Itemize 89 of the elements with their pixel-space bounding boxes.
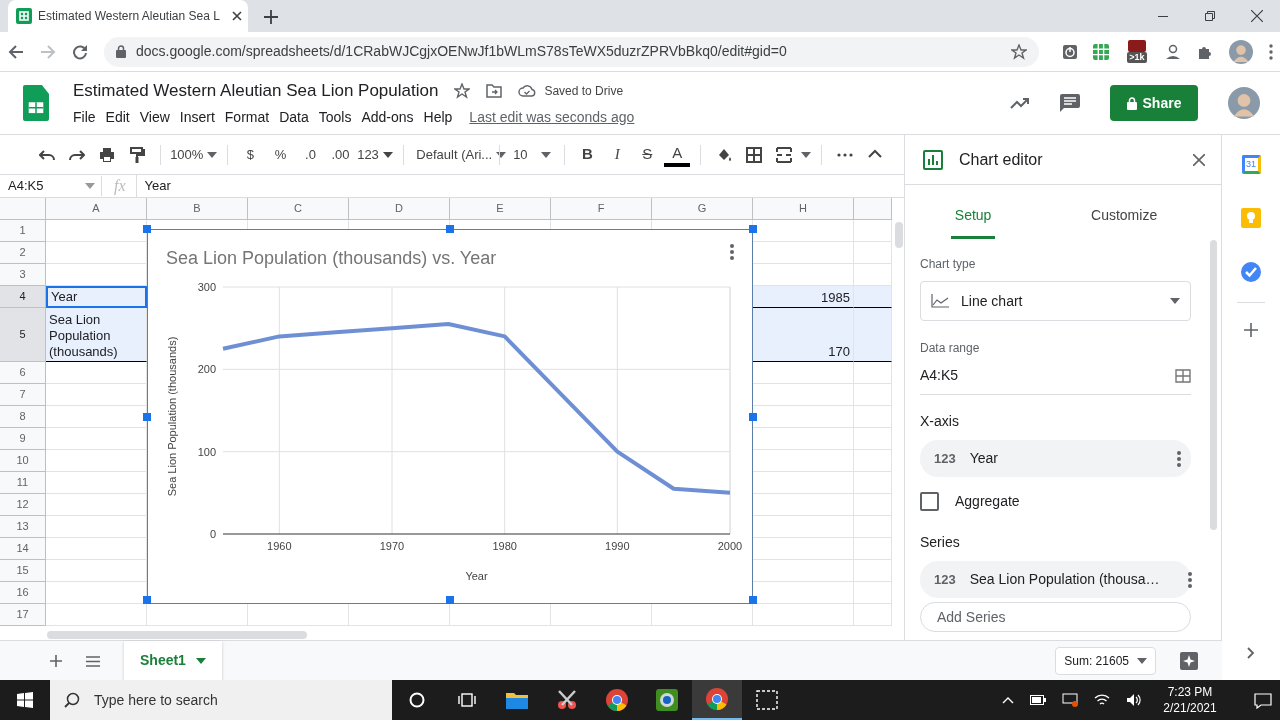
column-header[interactable]: C — [248, 198, 349, 220]
column-header[interactable]: E — [450, 198, 551, 220]
data-range-field[interactable]: A4:K5 — [920, 357, 1191, 395]
text-color-button[interactable]: A — [664, 142, 691, 167]
row-header[interactable]: 17 — [0, 604, 46, 626]
row-header[interactable]: 6 — [0, 362, 46, 384]
menu-item[interactable]: Data — [274, 107, 314, 129]
currency-button[interactable]: $ — [237, 140, 264, 169]
x-axis-title: Year — [465, 570, 488, 582]
editor-tab[interactable]: Customize — [1087, 195, 1162, 239]
axis-tick-label: 1960 — [267, 540, 292, 552]
row-header[interactable]: 15 — [0, 560, 46, 582]
sheet-tab[interactable]: Sheet1 — [124, 640, 222, 681]
menu-item[interactable]: Add-ons — [356, 107, 419, 129]
sum-dropdown[interactable]: Sum: 21605 — [1055, 646, 1156, 675]
y-axis-title: Sea Lion Population (thousands) — [166, 336, 178, 497]
row-header[interactable]: 1 — [0, 220, 46, 242]
name-box[interactable]: A4:K5 — [0, 176, 102, 196]
chart-title: Sea Lion Population (thousands) vs. Year — [166, 248, 497, 268]
x-axis-chip[interactable]: 123 Year — [920, 440, 1191, 477]
row-header[interactable]: 4 — [0, 286, 46, 308]
bold-button[interactable]: B — [574, 140, 601, 169]
table-cell[interactable]: 170 — [753, 308, 854, 362]
axis-tick-label: 0 — [209, 528, 216, 540]
menu-item[interactable]: View — [134, 107, 175, 129]
save-status: Saved to Drive — [544, 82, 624, 100]
menu-item[interactable]: Edit — [100, 107, 135, 129]
axis-tick-label: 200 — [197, 363, 216, 376]
clock-time[interactable]: 7:23 PM — [1158, 684, 1222, 700]
font-size-dropdown[interactable]: 10 — [510, 140, 554, 169]
extension-badge: >1k — [1127, 52, 1147, 63]
menu-item[interactable]: Format — [219, 107, 275, 129]
row-header[interactable]: 16 — [0, 582, 46, 604]
column-header[interactable]: D — [349, 198, 450, 220]
axis-tick-label: 1990 — [605, 540, 630, 552]
percent-button[interactable]: % — [267, 140, 294, 169]
menu-item[interactable]: Help — [418, 107, 458, 129]
column-header[interactable]: G — [652, 198, 753, 220]
field-label: Data range — [920, 340, 981, 357]
section-heading: X-axis — [920, 412, 960, 431]
axis-tick-label: 2000 — [717, 540, 743, 552]
table-cell[interactable]: 1985 — [753, 286, 854, 308]
share-button[interactable]: Share — [1110, 85, 1198, 121]
column-header[interactable]: B — [147, 198, 248, 220]
menu-item[interactable]: File — [68, 107, 101, 129]
row-header[interactable]: 3 — [0, 264, 46, 286]
clock-date[interactable]: 2/21/2021 — [1158, 700, 1222, 716]
italic-button[interactable]: I — [604, 140, 631, 169]
zoom-dropdown[interactable]: 100% — [170, 140, 217, 169]
axis-tick-label: 100 — [197, 445, 216, 458]
axis-tick-label: 1980 — [492, 540, 517, 552]
browser-tab[interactable]: Estimated Western Aleutian Sea L — [8, 0, 248, 32]
row-header[interactable]: 12 — [0, 494, 46, 516]
calendar-icon[interactable]: 31 — [1241, 155, 1261, 174]
checkbox-label: Aggregate — [955, 492, 1020, 511]
table-cell[interactable]: Year — [46, 286, 147, 308]
column-header[interactable]: A — [46, 198, 147, 220]
section-heading: Series — [920, 533, 961, 552]
increase-decimal-button[interactable]: .00 — [327, 140, 354, 169]
formula-input[interactable]: Year — [144, 176, 171, 196]
strikethrough-button[interactable]: S — [634, 140, 661, 169]
column-header[interactable]: H — [753, 198, 854, 220]
row-header[interactable]: 5 — [0, 308, 46, 362]
series-chip[interactable]: 123 Sea Lion Population (thousa… — [920, 561, 1191, 598]
add-series-button[interactable]: Add Series — [920, 602, 1191, 632]
decrease-decimal-button[interactable]: .0 — [297, 140, 324, 169]
search-field[interactable]: Type here to search — [50, 680, 392, 720]
table-cell[interactable]: Sea Lion Population (thousands) — [46, 308, 147, 362]
document-title[interactable]: Estimated Western Aleutian Sea Lion Population — [73, 77, 439, 104]
row-header[interactable]: 2 — [0, 242, 46, 264]
row-header[interactable]: 9 — [0, 428, 46, 450]
row-header[interactable]: 7 — [0, 384, 46, 406]
editor-tab[interactable]: Setup — [950, 195, 996, 239]
number-format-dropdown[interactable]: 123 — [357, 140, 393, 169]
menu-item[interactable]: Tools — [313, 107, 357, 129]
column-header[interactable]: F — [551, 198, 652, 220]
row-header[interactable]: 14 — [0, 538, 46, 560]
field-label: Chart type — [920, 256, 977, 273]
address-bar[interactable]: docs.google.com/spreadsheets/d/1CRabWJCgjxOENwJf1bWLmS78sTeWX5duzrZPRVbBkq0/edit#gid=0 — [104, 36, 1039, 67]
row-header[interactable]: 10 — [0, 450, 46, 472]
axis-tick-label: 1970 — [379, 540, 405, 552]
row-header[interactable]: 13 — [0, 516, 46, 538]
panel-title: Chart editor — [959, 149, 1043, 170]
row-header[interactable]: 11 — [0, 472, 46, 494]
row-header[interactable]: 8 — [0, 406, 46, 428]
menu-item[interactable]: Insert — [174, 107, 220, 129]
axis-tick-label: 300 — [197, 281, 216, 293]
last-edit-link[interactable]: Last edit was seconds ago — [469, 107, 635, 129]
chart-type-dropdown[interactable]: Line chart — [920, 281, 1191, 321]
